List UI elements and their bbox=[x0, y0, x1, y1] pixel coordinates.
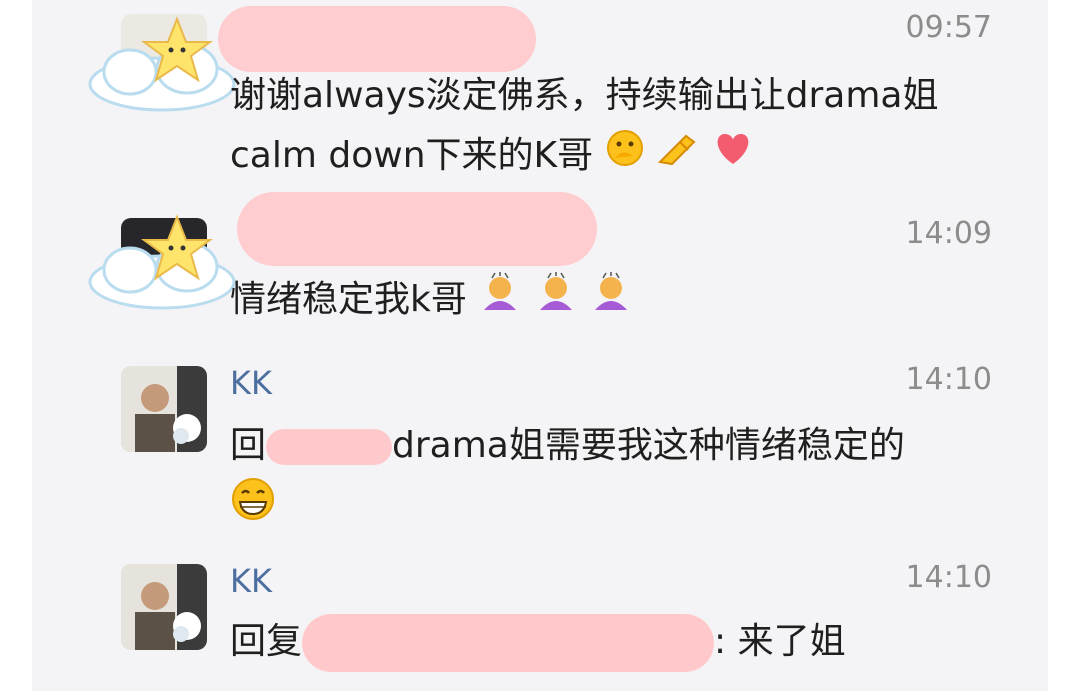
message-body: 情绪稳定我k哥 bbox=[230, 279, 479, 320]
heart-icon bbox=[711, 127, 755, 187]
bowing-person-icon bbox=[478, 271, 522, 331]
chat-message: 14:09 情绪稳定我k哥 bbox=[32, 192, 1048, 350]
redacted-username bbox=[218, 6, 536, 72]
grinning-face-icon bbox=[230, 476, 276, 541]
redacted-username bbox=[302, 614, 715, 672]
redacted-username bbox=[266, 429, 393, 465]
message-body: drama姐需要我这种情绪稳定的 bbox=[392, 425, 905, 466]
chat-message: 09:57 谢谢always淡定佛系，持续输出让drama姐calm down下… bbox=[32, 0, 1048, 200]
message-text: 情绪稳定我k哥 bbox=[230, 270, 1020, 331]
message-body: 谢谢always淡定佛系，持续输出让drama姐calm down下来的K哥 bbox=[230, 75, 939, 176]
message-time: 09:57 bbox=[905, 10, 992, 45]
message-text: 谢谢always淡定佛系，持续输出让drama姐calm down下来的K哥 bbox=[230, 66, 1020, 187]
sender-name[interactable]: KK bbox=[230, 562, 272, 600]
message-text: 回复 : 来了姐 bbox=[230, 612, 1020, 672]
sender-name[interactable]: KK bbox=[230, 364, 272, 402]
message-time: 14:10 bbox=[905, 560, 992, 595]
chat-message: KK 14:10 回 drama姐需要我这种情绪稳定的 bbox=[32, 350, 1048, 550]
message-body: : 来了姐 bbox=[714, 621, 846, 662]
thinking-face-icon bbox=[605, 127, 645, 187]
redacted-username bbox=[237, 192, 597, 266]
bowing-person-icon bbox=[534, 271, 578, 331]
quote-prefix: 回 bbox=[230, 425, 267, 466]
avatar[interactable] bbox=[121, 366, 207, 452]
sticker-cloud-star-icon bbox=[88, 214, 236, 310]
chat-panel: 09:57 谢谢always淡定佛系，持续输出让drama姐calm down下… bbox=[32, 0, 1048, 691]
ok-hand-icon bbox=[656, 127, 700, 187]
avatar[interactable] bbox=[121, 564, 207, 650]
quote-prefix: 回复 bbox=[230, 621, 303, 662]
message-text: 回 drama姐需要我这种情绪稳定的 bbox=[230, 416, 1020, 541]
message-time: 14:10 bbox=[905, 362, 992, 397]
bowing-person-icon bbox=[589, 271, 633, 331]
chat-message: KK 14:10 回复 : 来了姐 bbox=[32, 550, 1048, 691]
message-time: 14:09 bbox=[905, 216, 992, 251]
sticker-cloud-star-icon bbox=[88, 16, 236, 112]
